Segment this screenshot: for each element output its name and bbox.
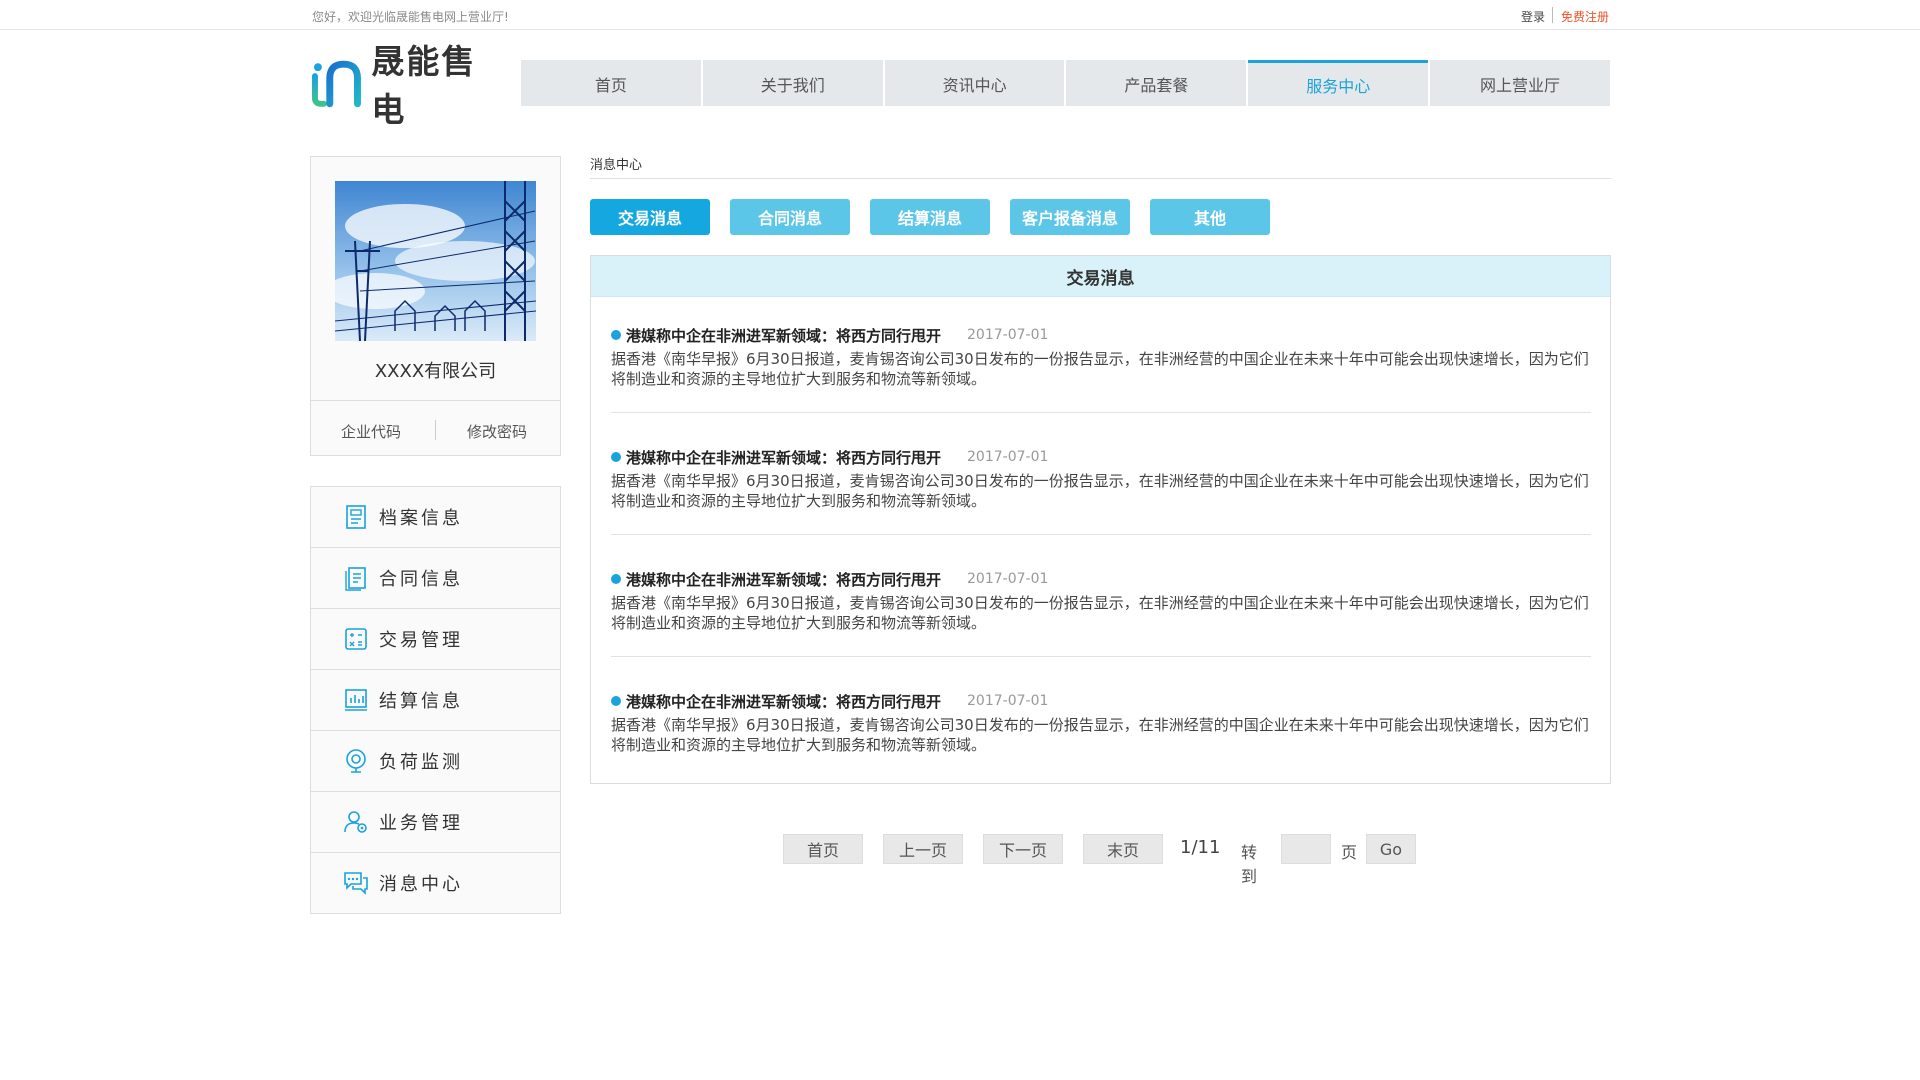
main-nav: 首页 关于我们 资讯中心 产品套餐 服务中心 网上营业厅: [521, 60, 1610, 106]
page-indicator: 1/11: [1180, 837, 1221, 858]
message-panel: 交易消息 港媒称中企在非洲进军新领域：将西方同行甩开 2017-07-01 据香…: [590, 255, 1611, 784]
menu-label: 负荷监测: [379, 752, 463, 773]
register-link[interactable]: 免费注册: [1561, 8, 1609, 25]
bullet-icon: [611, 574, 621, 584]
top-divider: [1552, 7, 1553, 23]
breadcrumb-divider: [590, 178, 1611, 179]
menu-label: 结算信息: [379, 691, 463, 712]
news-divider: [611, 656, 1591, 657]
contract-icon: [345, 567, 366, 591]
enterprise-code-button[interactable]: 企业代码: [341, 421, 401, 442]
top-bar: 您好，欢迎光临晟能售电网上营业厅! 登录 免费注册: [0, 0, 1920, 30]
menu-item-load-monitor[interactable]: 负荷监测: [311, 731, 560, 792]
company-photo: [335, 181, 536, 341]
calculator-icon: [345, 628, 367, 650]
go-button[interactable]: Go: [1366, 834, 1416, 864]
next-page-button[interactable]: 下一页: [983, 834, 1063, 864]
tab-other[interactable]: 其他: [1150, 199, 1270, 235]
menu-item-contract[interactable]: 合同信息: [311, 548, 560, 609]
news-title[interactable]: 港媒称中企在非洲进军新领域：将西方同行甩开: [626, 691, 941, 712]
profile-vertical-divider: [435, 420, 436, 440]
news-summary: 据香港《南华早报》6月30日报道，麦肯锡咨询公司30日发布的一份报告显示，在非洲…: [611, 594, 1589, 632]
profile-card: XXXX有限公司 企业代码 修改密码: [310, 156, 561, 456]
side-menu: 档案信息 合同信息 交易管理 结算信息 负荷监测 业务管理 消息中心: [310, 486, 561, 914]
monitor-icon: [346, 749, 366, 773]
nav-service-center[interactable]: 服务中心: [1248, 60, 1429, 106]
news-date: 2017-07-01: [967, 449, 1049, 465]
menu-label: 业务管理: [379, 813, 463, 834]
menu-item-trade[interactable]: 交易管理: [311, 609, 560, 670]
menu-label: 消息中心: [379, 874, 463, 895]
menu-label: 档案信息: [379, 508, 463, 529]
tab-customer-report-messages[interactable]: 客户报备消息: [1010, 199, 1130, 235]
panel-title: 交易消息: [591, 256, 1610, 297]
menu-item-message-center[interactable]: 消息中心: [311, 853, 560, 913]
news-date: 2017-07-01: [967, 571, 1049, 587]
message-tabs: 交易消息 合同消息 结算消息 客户报备消息 其他: [590, 199, 1270, 235]
menu-item-business[interactable]: 业务管理: [311, 792, 560, 853]
goto-label: 转到: [1241, 843, 1258, 886]
tab-contract-messages[interactable]: 合同消息: [730, 199, 850, 235]
nav-news[interactable]: 资讯中心: [884, 60, 1065, 106]
news-divider: [611, 412, 1591, 413]
prev-page-button[interactable]: 上一页: [883, 834, 963, 864]
change-password-button[interactable]: 修改密码: [467, 421, 527, 442]
profile-divider: [311, 400, 560, 401]
bullet-icon: [611, 452, 621, 462]
goto-page-input[interactable]: [1281, 834, 1331, 864]
news-summary: 据香港《南华早报》6月30日报道，麦肯锡咨询公司30日发布的一份报告显示，在非洲…: [611, 350, 1589, 388]
menu-label: 交易管理: [379, 630, 463, 651]
breadcrumb: 消息中心: [590, 158, 643, 173]
first-page-button[interactable]: 首页: [783, 834, 863, 864]
last-page-button[interactable]: 末页: [1083, 834, 1163, 864]
bar-chart-icon: [345, 689, 367, 711]
list-item: 港媒称中企在非洲进军新领域：将西方同行甩开 2017-07-01 据香港《南华早…: [611, 691, 1591, 755]
news-date: 2017-07-01: [967, 693, 1049, 709]
nav-about[interactable]: 关于我们: [702, 60, 883, 106]
file-icon: [346, 505, 366, 529]
site-logo[interactable]: 晟能售电: [310, 42, 510, 129]
list-item: 港媒称中企在非洲进军新领域：将西方同行甩开 2017-07-01 据香港《南华早…: [611, 325, 1591, 413]
bullet-icon: [611, 696, 621, 706]
news-summary: 据香港《南华早报》6月30日报道，麦肯锡咨询公司30日发布的一份报告显示，在非洲…: [611, 472, 1589, 510]
chat-icon: [344, 872, 368, 895]
tab-trade-messages[interactable]: 交易消息: [590, 199, 710, 235]
welcome-text: 您好，欢迎光临晟能售电网上营业厅!: [312, 10, 509, 24]
nav-products[interactable]: 产品套餐: [1066, 60, 1247, 106]
list-item: 港媒称中企在非洲进军新领域：将西方同行甩开 2017-07-01 据香港《南华早…: [611, 569, 1591, 657]
tab-settlement-messages[interactable]: 结算消息: [870, 199, 990, 235]
list-item: 港媒称中企在非洲进军新领域：将西方同行甩开 2017-07-01 据香港《南华早…: [611, 447, 1591, 535]
user-gear-icon: [344, 811, 367, 833]
news-divider: [611, 534, 1591, 535]
nav-home[interactable]: 首页: [521, 60, 701, 106]
news-date: 2017-07-01: [967, 327, 1049, 343]
menu-item-settlement[interactable]: 结算信息: [311, 670, 560, 731]
bullet-icon: [611, 330, 621, 340]
news-title[interactable]: 港媒称中企在非洲进军新领域：将西方同行甩开: [626, 325, 941, 346]
news-title[interactable]: 港媒称中企在非洲进军新领域：将西方同行甩开: [626, 447, 941, 468]
nav-online-hall[interactable]: 网上营业厅: [1430, 60, 1610, 106]
page-unit-label: 页: [1341, 843, 1358, 862]
news-title[interactable]: 港媒称中企在非洲进军新领域：将西方同行甩开: [626, 569, 941, 590]
menu-item-archive[interactable]: 档案信息: [311, 487, 560, 548]
company-name: XXXX有限公司: [374, 361, 497, 382]
brand-name: 晟能售电: [371, 42, 477, 129]
login-link[interactable]: 登录: [1521, 8, 1545, 25]
menu-label: 合同信息: [379, 569, 463, 590]
news-summary: 据香港《南华早报》6月30日报道，麦肯锡咨询公司30日发布的一份报告显示，在非洲…: [611, 716, 1589, 754]
logo-mark-icon: [311, 60, 361, 108]
